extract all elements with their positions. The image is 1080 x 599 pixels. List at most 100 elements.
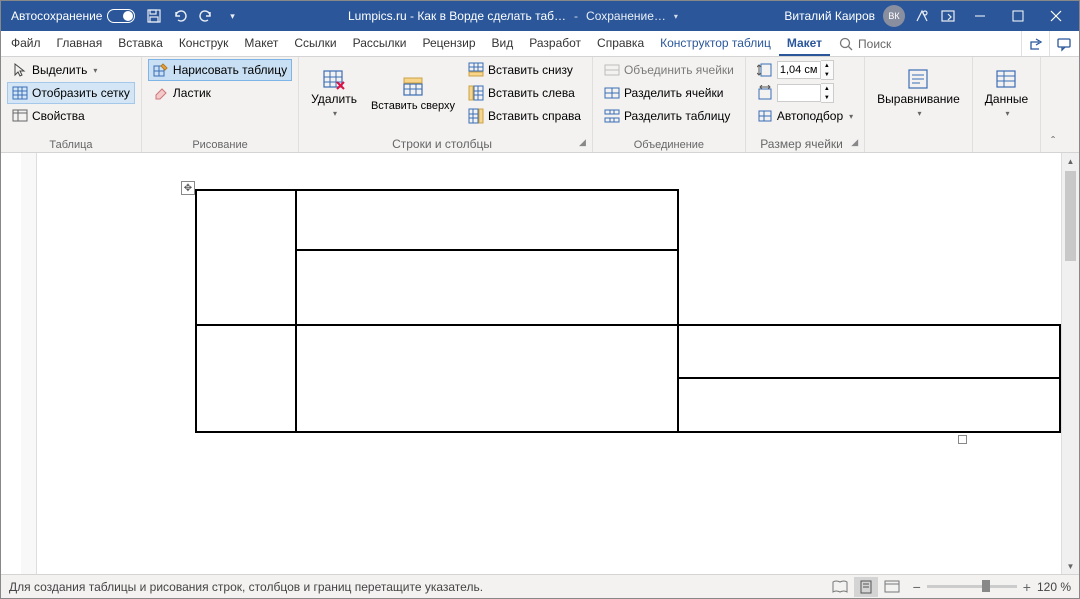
read-mode-button[interactable] [828,577,852,597]
view-gridlines-button[interactable]: Отобразить сетку [7,82,135,104]
save-icon[interactable] [145,7,163,25]
tab-table-design[interactable]: Конструктор таблиц [652,31,779,56]
merge-icon [604,62,620,78]
merge-cells-button: Объединить ячейки [599,59,739,81]
tab-view[interactable]: Вид [484,31,522,56]
col-width-field[interactable]: ▲▼ [752,82,858,104]
zoom-in-button[interactable]: + [1023,579,1031,595]
insert-above-icon [401,74,425,98]
group-merge: Объединить ячейки Разделить ячейки Разде… [593,57,746,152]
table-resize-handle[interactable] [958,435,967,444]
user-name[interactable]: Виталий Каиров [784,9,875,23]
maximize-button[interactable] [999,1,1037,31]
zoom-out-button[interactable]: − [913,579,921,595]
document-title: Lumpics.ru - Как в Ворде сделать таб… - … [241,9,784,23]
split-cells-icon [604,85,620,101]
ribbon-tabs: Файл Главная Вставка Конструк Макет Ссыл… [1,31,1079,57]
properties-icon [12,108,28,124]
height-icon [757,62,773,78]
tab-insert[interactable]: Вставка [110,31,171,56]
collapse-ribbon-button[interactable]: ˆ [1041,57,1065,152]
group-draw: Нарисовать таблицу Ластик Рисование [142,57,299,152]
eraser-icon [153,85,169,101]
insert-above-button[interactable]: Вставить сверху [365,59,461,127]
split-table-icon [604,108,620,124]
insert-below-button[interactable]: Вставить снизу [463,59,586,81]
search-box[interactable]: Поиск [830,31,899,56]
vertical-ruler [21,153,37,574]
close-button[interactable] [1037,1,1075,31]
alignment-button[interactable]: Выравнивание▾ [871,59,966,127]
group-label-table: Таблица [7,138,135,152]
split-table-button[interactable]: Разделить таблицу [599,105,739,127]
tab-review[interactable]: Рецензир [414,31,483,56]
insert-below-icon [468,62,484,78]
tab-design[interactable]: Конструк [171,31,237,56]
autosave-label: Автосохранение [11,9,102,23]
redo-icon[interactable] [197,7,215,25]
cursor-icon [12,62,28,78]
status-bar: Для создания таблицы и рисования строк, … [1,574,1079,598]
select-button[interactable]: Выделить▾ [7,59,135,81]
vertical-scrollbar[interactable]: ▲ ▼ [1061,153,1079,574]
insert-right-button[interactable]: Вставить справа [463,105,586,127]
tab-layout[interactable]: Макет [236,31,286,56]
width-icon [757,85,773,101]
qat-more-icon[interactable]: ▾ [223,7,241,25]
group-label-merge: Объединение [599,138,739,152]
autofit-icon [757,108,773,124]
split-cells-button[interactable]: Разделить ячейки [599,82,739,104]
autosave-toggle[interactable]: Автосохранение [5,9,141,23]
insert-right-icon [468,108,484,124]
undo-icon[interactable] [171,7,189,25]
tab-table-layout[interactable]: Макет [779,31,830,56]
alignment-icon [906,67,930,91]
share-button[interactable] [1021,31,1049,56]
search-icon [838,36,854,52]
ribbon: Выделить▾ Отобразить сетку Свойства Табл… [1,57,1079,153]
coming-soon-icon[interactable] [913,7,931,25]
insert-left-icon [468,85,484,101]
tab-home[interactable]: Главная [49,31,111,56]
tab-mailings[interactable]: Рассылки [345,31,415,56]
grid-icon [12,85,28,101]
print-layout-button[interactable] [854,577,878,597]
zoom-slider[interactable] [927,585,1017,588]
delete-button[interactable]: Удалить▾ [305,59,363,127]
user-area: Виталий Каиров ВК [784,5,961,27]
tab-references[interactable]: Ссылки [286,31,344,56]
group-label-size: Размер ячейки ◢ [752,136,858,152]
pencil-table-icon [153,62,169,78]
scrollbar-thumb[interactable] [1065,171,1076,261]
title-bar: Автосохранение ▾ Lumpics.ru - Как в Ворд… [1,1,1079,31]
scroll-down-icon[interactable]: ▼ [1062,558,1079,574]
group-table: Выделить▾ Отобразить сетку Свойства Табл… [1,57,142,152]
scroll-up-icon[interactable]: ▲ [1062,153,1079,169]
group-label-draw: Рисование [148,138,292,152]
tab-developer[interactable]: Разработ [521,31,589,56]
zoom-control: − + 120 % [913,579,1071,595]
ribbon-display-icon[interactable] [939,7,957,25]
group-data: Данные▾ [973,57,1041,152]
group-rows-cols: Удалить▾ Вставить сверху Вставить снизу … [299,57,593,152]
comments-button[interactable] [1049,31,1077,56]
group-cell-size: ▲▼ ▲▼ Автоподбор▾ Размер ячейки ◢ [746,57,865,152]
group-label-rowscols: Строки и столбцы ◢ [305,136,586,152]
table-move-handle[interactable]: ✥ [181,181,195,195]
window-controls [961,1,1075,31]
minimize-button[interactable] [961,1,999,31]
eraser-button[interactable]: Ластик [148,82,292,104]
insert-left-button[interactable]: Вставить слева [463,82,586,104]
document-table[interactable] [195,189,1061,433]
tab-file[interactable]: Файл [3,31,49,56]
avatar[interactable]: ВК [883,5,905,27]
data-button[interactable]: Данные▾ [979,59,1034,127]
zoom-level[interactable]: 120 % [1037,580,1071,594]
tab-help[interactable]: Справка [589,31,652,56]
document-area[interactable]: ✥ [1,153,1061,574]
row-height-field[interactable]: ▲▼ [752,59,858,81]
web-layout-button[interactable] [880,577,904,597]
autofit-button[interactable]: Автоподбор▾ [752,105,858,127]
properties-button[interactable]: Свойства [7,105,135,127]
draw-table-button[interactable]: Нарисовать таблицу [148,59,292,81]
